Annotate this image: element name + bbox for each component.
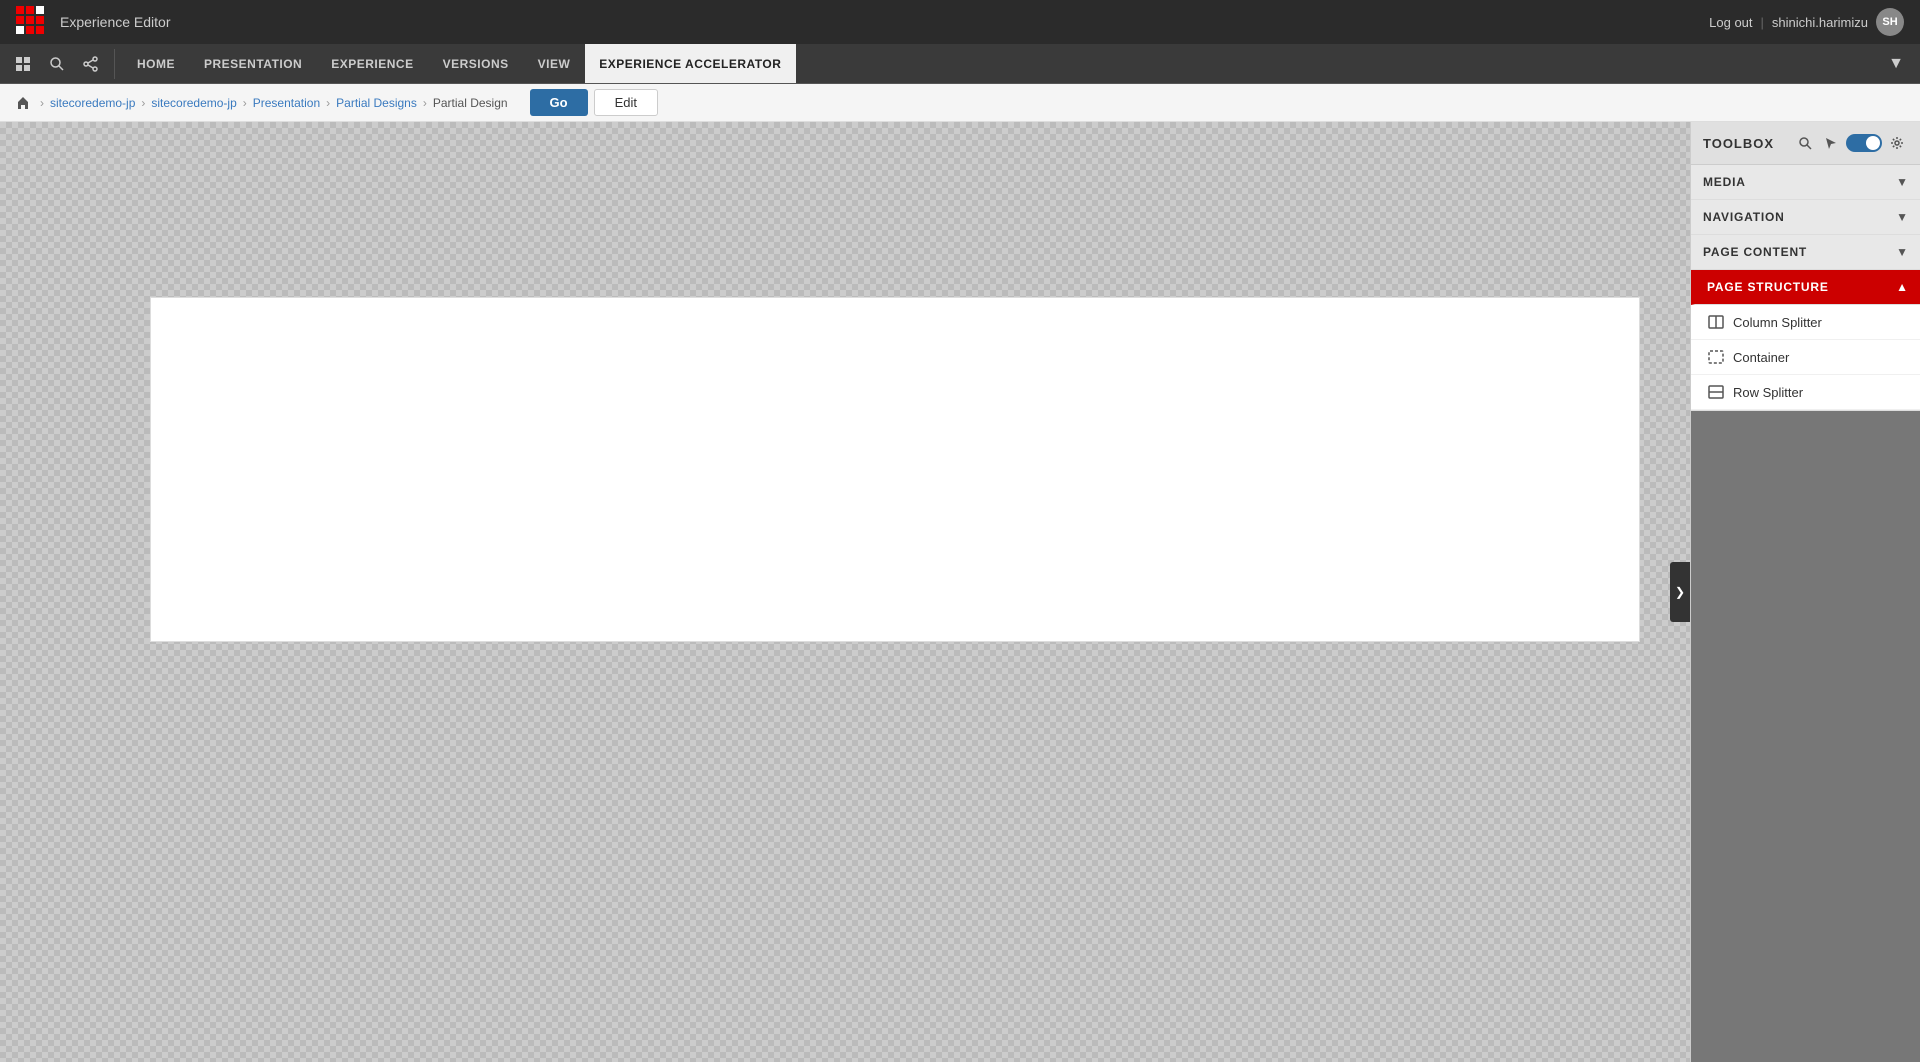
bc-sep-3: › <box>326 96 330 110</box>
bc-sep-2: › <box>243 96 247 110</box>
tab-view[interactable]: VIEW <box>524 44 586 83</box>
sitecore-logo <box>16 6 48 38</box>
row-splitter-label: Row Splitter <box>1733 385 1803 400</box>
toolbox-panel: TOOLBOX <box>1690 122 1920 1062</box>
go-button[interactable]: Go <box>530 89 588 116</box>
bc-sep-4: › <box>423 96 427 110</box>
section-navigation-label: NAVIGATION <box>1703 210 1896 224</box>
breadcrumb-actions: Go Edit <box>530 89 658 116</box>
edit-button[interactable]: Edit <box>594 89 658 116</box>
main-layout: ❯ TOOLBOX <box>0 122 1920 1062</box>
section-page-content-arrow: ▼ <box>1896 245 1908 259</box>
grid-icon[interactable] <box>8 49 38 79</box>
nav-icons-group <box>8 49 115 79</box>
toolbox-item-container[interactable]: Container <box>1691 340 1920 375</box>
nav-tabs: HOME PRESENTATION EXPERIENCE VERSIONS VI… <box>123 44 1880 83</box>
breadcrumb-bar: › sitecoredemo-jp › sitecoredemo-jp › Pr… <box>0 84 1920 122</box>
share-icon[interactable] <box>76 49 106 79</box>
canvas-area: ❯ <box>0 122 1690 1062</box>
toolbox-bottom-area <box>1691 411 1920 1062</box>
toolbox-title: TOOLBOX <box>1703 136 1786 151</box>
toolbox-item-column-splitter[interactable]: Column Splitter <box>1691 305 1920 340</box>
tab-versions[interactable]: VERSIONS <box>429 44 524 83</box>
separator: | <box>1761 15 1764 30</box>
toolbox-item-row-splitter[interactable]: Row Splitter <box>1691 375 1920 410</box>
toolbox-header-icons <box>1794 132 1908 154</box>
column-splitter-icon <box>1707 313 1725 331</box>
toolbox-toggle[interactable] <box>1846 134 1882 152</box>
container-icon <box>1707 348 1725 366</box>
breadcrumb-item-0[interactable]: sitecoredemo-jp <box>50 96 135 110</box>
bc-sep-1: › <box>141 96 145 110</box>
app-title: Experience Editor <box>60 14 1709 30</box>
section-media-header[interactable]: MEDIA ▼ <box>1691 165 1920 200</box>
section-page-structure-header[interactable]: PAGE STRUCTURE ▲ <box>1691 270 1920 305</box>
user-area: Log out | shinichi.harimizu SH <box>1709 8 1904 36</box>
breadcrumb-item-1[interactable]: sitecoredemo-jp <box>151 96 236 110</box>
tab-presentation[interactable]: PRESENTATION <box>190 44 317 83</box>
title-bar: Experience Editor Log out | shinichi.har… <box>0 0 1920 44</box>
section-navigation-arrow: ▼ <box>1896 210 1908 224</box>
section-page-structure-label: PAGE STRUCTURE <box>1707 280 1896 294</box>
toolbox-cursor-icon[interactable] <box>1820 132 1842 154</box>
row-splitter-icon <box>1707 383 1725 401</box>
tab-home[interactable]: HOME <box>123 44 190 83</box>
tab-experience[interactable]: EXPERIENCE <box>317 44 428 83</box>
bc-sep-0: › <box>40 96 44 110</box>
nav-expand-button[interactable]: ▼ <box>1880 55 1912 73</box>
nav-bar: HOME PRESENTATION EXPERIENCE VERSIONS VI… <box>0 44 1920 84</box>
breadcrumb-item-3[interactable]: Partial Designs <box>336 96 417 110</box>
search-icon[interactable] <box>42 49 72 79</box>
section-page-content-label: PAGE CONTENT <box>1703 245 1896 259</box>
tab-experience-accelerator[interactable]: EXPERIENCE ACCELERATOR <box>585 44 796 83</box>
column-splitter-label: Column Splitter <box>1733 315 1822 330</box>
breadcrumb-item-2[interactable]: Presentation <box>253 96 320 110</box>
container-label: Container <box>1733 350 1789 365</box>
section-media-label: MEDIA <box>1703 175 1896 189</box>
toolbox-search-icon[interactable] <box>1794 132 1816 154</box>
avatar: SH <box>1876 8 1904 36</box>
toolbox-settings-icon[interactable] <box>1886 132 1908 154</box>
username-label: shinichi.harimizu <box>1772 15 1868 30</box>
toolbox-header: TOOLBOX <box>1691 122 1920 165</box>
breadcrumb-item-4: Partial Design <box>433 96 508 110</box>
section-page-structure-items: Column Splitter Container <box>1691 305 1920 411</box>
canvas-collapse-handle[interactable]: ❯ <box>1670 562 1690 622</box>
section-page-content-header[interactable]: PAGE CONTENT ▼ <box>1691 235 1920 270</box>
section-media-arrow: ▼ <box>1896 175 1908 189</box>
collapse-arrow-icon: ❯ <box>1675 585 1685 599</box>
logout-link[interactable]: Log out <box>1709 15 1752 30</box>
section-navigation-header[interactable]: NAVIGATION ▼ <box>1691 200 1920 235</box>
breadcrumb-home-icon[interactable] <box>12 92 34 114</box>
section-page-structure-arrow: ▲ <box>1896 280 1908 294</box>
canvas-content-block <box>150 297 1640 642</box>
